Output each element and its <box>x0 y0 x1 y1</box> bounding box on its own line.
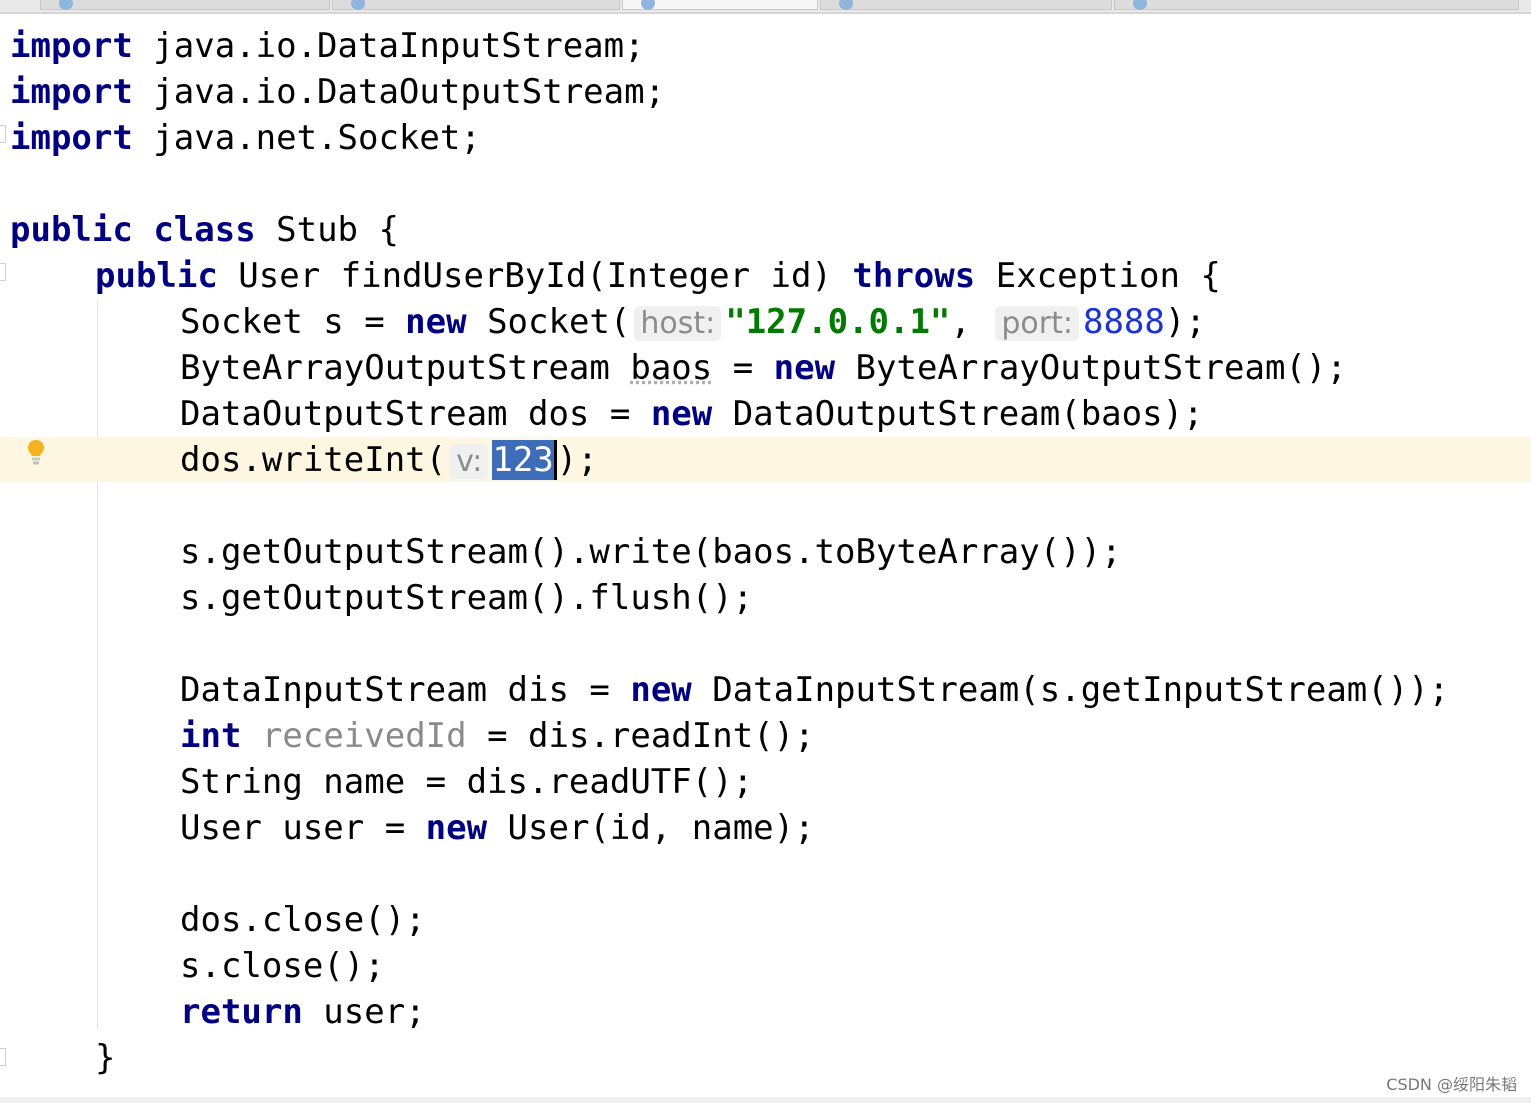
keyword: int <box>180 716 242 756</box>
selected-text[interactable]: 123 <box>492 440 557 480</box>
unused-variable: receivedId <box>261 716 467 756</box>
keyword: public <box>95 256 218 296</box>
code-line-13[interactable]: s.getOutputStream().flush(); <box>180 578 753 618</box>
code-text: Socket s = <box>180 302 406 342</box>
indent-guide <box>97 300 98 1030</box>
code-line-9[interactable]: DataOutputStream dos = new DataOutputStr… <box>180 394 1204 434</box>
code-line-20[interactable]: dos.close(); <box>180 900 426 940</box>
code-line-16[interactable]: int receivedId = dis.readInt(); <box>180 716 815 756</box>
editor-tab-bar <box>0 0 1531 14</box>
code-text: s.close(); <box>180 946 385 986</box>
code-text: java.io.DataOutputStream; <box>132 72 666 112</box>
code-line-10[interactable]: dos.writeInt(v: 123); <box>180 440 598 480</box>
code-text: ByteArrayOutputStream(); <box>835 348 1347 388</box>
code-text: baos <box>630 348 713 388</box>
code-line-17[interactable]: String name = dis.readUTF(); <box>180 762 753 802</box>
code-text: User findUserById(Integer id) <box>217 256 853 296</box>
keyword: new <box>773 348 836 388</box>
string-literal: "127.0.0.1" <box>725 302 951 342</box>
code-text: user; <box>302 992 426 1032</box>
code-text: DataInputStream dis = <box>180 670 631 710</box>
editor-tab[interactable] <box>1114 0 1519 10</box>
code-text: = dis.readInt(); <box>466 716 815 756</box>
code-text: dos.close(); <box>180 900 426 940</box>
keyword: import <box>10 72 133 112</box>
keyword: new <box>405 302 467 342</box>
keyword: public <box>10 210 133 250</box>
parameter-hint: port: <box>995 306 1079 341</box>
editor-bottom-edge <box>0 1097 1531 1103</box>
java-file-icon <box>351 0 365 10</box>
keyword: new <box>650 394 713 434</box>
code-text: , <box>950 302 971 342</box>
watermark: CSDN @绥阳朱韬 <box>1386 1075 1517 1094</box>
code-text: = <box>712 348 774 388</box>
code-line-8[interactable]: ByteArrayOutputStream baos = new ByteArr… <box>180 348 1347 388</box>
code-line-1[interactable]: import java.io.DataInputStream; <box>10 26 645 66</box>
code-line-22[interactable]: return user; <box>180 992 426 1032</box>
java-file-icon <box>839 0 853 10</box>
code-text: Socket( <box>466 302 631 342</box>
code-line-21[interactable]: s.close(); <box>180 946 385 986</box>
code-line-7[interactable]: Socket s = new Socket(host: "127.0.0.1", … <box>180 302 1206 342</box>
code-text: ByteArrayOutputStream <box>180 348 631 388</box>
code-line-6[interactable]: public User findUserById(Integer id) thr… <box>95 256 1221 296</box>
code-text: User(id, name); <box>487 808 815 848</box>
java-file-icon <box>641 0 655 10</box>
editor-tab-active[interactable] <box>622 0 818 10</box>
code-line-3[interactable]: import java.net.Socket; <box>10 118 481 158</box>
fold-marker[interactable] <box>0 125 6 143</box>
code-line-23[interactable]: } <box>95 1038 115 1078</box>
editor-tab[interactable] <box>332 0 620 10</box>
lightbulb-icon[interactable] <box>27 439 45 467</box>
fold-marker[interactable] <box>0 1048 6 1066</box>
code-line-2[interactable]: import java.io.DataOutputStream; <box>10 72 665 112</box>
code-text: DataOutputStream dos = <box>180 394 651 434</box>
parameter-hint: host: <box>634 306 722 341</box>
editor-tab[interactable] <box>40 0 330 10</box>
keyword: import <box>10 26 133 66</box>
code-line-12[interactable]: s.getOutputStream().write(baos.toByteArr… <box>180 532 1122 572</box>
keyword: new <box>630 670 692 710</box>
keyword: class <box>153 210 256 250</box>
code-text: dos.writeInt( <box>180 440 447 480</box>
code-text: java.net.Socket; <box>132 118 481 158</box>
code-text: } <box>95 1038 116 1078</box>
editor-tab[interactable] <box>820 0 1112 10</box>
code-text: DataOutputStream(baos); <box>712 394 1204 434</box>
fold-marker[interactable] <box>0 263 6 281</box>
code-text: String name = dis.readUTF(); <box>180 762 754 802</box>
keyword: throws <box>852 256 976 296</box>
keyword: new <box>425 808 488 848</box>
code-line-5[interactable]: public class Stub { <box>10 210 399 250</box>
number-literal: 8888 <box>1082 302 1165 342</box>
code-text: ); <box>556 440 598 480</box>
code-text: s.getOutputStream().flush(); <box>180 578 754 618</box>
code-text: DataInputStream(s.getInputStream()); <box>691 670 1450 710</box>
parameter-hint: v: <box>450 444 489 479</box>
keyword: import <box>10 118 133 158</box>
code-text: ); <box>1164 302 1206 342</box>
code-text: Exception { <box>975 256 1221 296</box>
code-line-18[interactable]: User user = new User(id, name); <box>180 808 815 848</box>
code-text: User user = <box>180 808 426 848</box>
java-file-icon <box>59 0 73 10</box>
code-line-15[interactable]: DataInputStream dis = new DataInputStrea… <box>180 670 1449 710</box>
keyword: return <box>180 992 303 1032</box>
code-text: Stub { <box>255 210 399 250</box>
code-editor[interactable]: import java.io.DataInputStream; import j… <box>0 0 1531 1103</box>
code-text: s.getOutputStream().write(baos.toByteArr… <box>180 532 1122 572</box>
code-text: java.io.DataInputStream; <box>132 26 645 66</box>
java-file-icon <box>1133 0 1147 10</box>
